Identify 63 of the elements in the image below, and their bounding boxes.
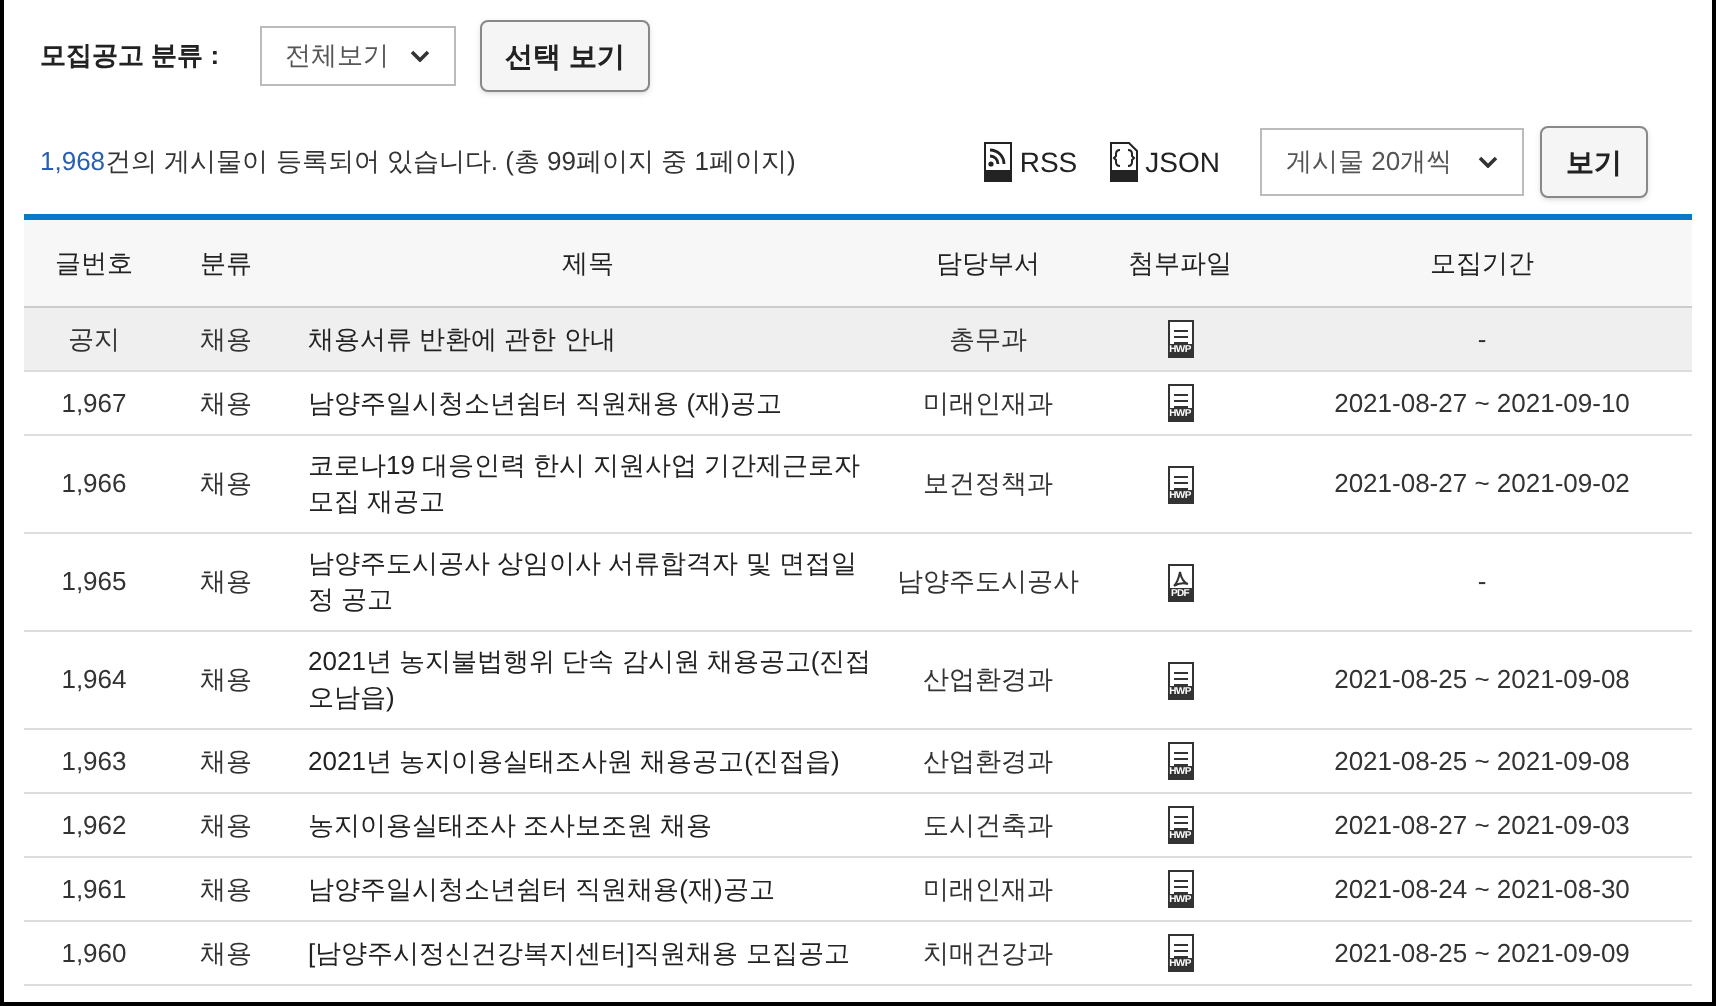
title-link[interactable]: 남양주일시청소년쉼터 직원채용(재)공고 xyxy=(308,871,872,907)
select-view-button[interactable]: 선택 보기 xyxy=(479,20,651,92)
period-cell: 2021-08-24 ~ 2021-08-30 xyxy=(1334,873,1630,903)
number-cell: 1,963 xyxy=(61,745,127,775)
department-cell: 산업환경과 xyxy=(923,745,1053,775)
department-cell: 도시건축과 xyxy=(923,809,1053,839)
page-size-select[interactable]: 게시물 20개씩 xyxy=(1260,128,1524,196)
department-cell: 미래인재과 xyxy=(923,387,1053,417)
title-link[interactable]: 코로나19 대응인력 한시 지원사업 기간제근로자 모집 재공고 xyxy=(308,448,872,520)
category-cell: 채용 xyxy=(200,809,252,839)
category-cell: 채용 xyxy=(200,664,252,694)
period-cell: 2021-08-25 ~ 2021-09-09 xyxy=(1334,937,1630,967)
number-cell: 1,960 xyxy=(61,937,127,967)
category-cell: 채용 xyxy=(200,323,252,353)
category-cell: 채용 xyxy=(200,745,252,775)
number-cell: 1,961 xyxy=(61,873,127,903)
number-cell: 공지 xyxy=(68,323,120,353)
number-cell: 1,966 xyxy=(61,468,127,498)
chevron-down-icon xyxy=(409,50,430,62)
title-link[interactable]: [남양주시정신건강복지센터]직원채용 모집공고 xyxy=(308,935,872,971)
department-cell: 남양주도시공사 xyxy=(897,566,1079,596)
period-cell: 2021-08-27 ~ 2021-09-10 xyxy=(1334,387,1630,417)
column-header: 분류 xyxy=(200,247,252,278)
title-link[interactable]: 남양주도시공사 상임이사 서류합격자 및 면접일정 공고 xyxy=(308,546,872,618)
filter-label: 모집공고 분류 : xyxy=(40,38,220,75)
title-link[interactable]: 남양주일시청소년쉼터 직원채용 (재)공고 xyxy=(308,385,872,421)
period-cell: - xyxy=(1477,566,1487,596)
rss-link[interactable]: RSS xyxy=(983,141,1078,183)
title-link[interactable]: 2021년 농지불법행위 단속 감시원 채용공고(진접오남읍) xyxy=(308,644,872,716)
department-cell: 미래인재과 xyxy=(923,873,1053,903)
department-cell: 총무과 xyxy=(949,323,1027,353)
column-header: 담당부서 xyxy=(936,247,1040,278)
category-cell: 채용 xyxy=(200,387,252,417)
json-feed-icon xyxy=(1109,142,1138,182)
title-link[interactable]: 채용서류 반환에 관한 안내 xyxy=(308,321,872,357)
period-cell: 2021-08-27 ~ 2021-09-02 xyxy=(1334,468,1630,498)
number-cell: 1,962 xyxy=(61,809,127,839)
period-cell: - xyxy=(1477,323,1487,353)
number-cell: 1,967 xyxy=(61,387,127,417)
period-cell: 2021-08-27 ~ 2021-09-03 xyxy=(1334,809,1630,839)
column-header: 제목 xyxy=(562,247,614,278)
category-select[interactable]: 전체보기 xyxy=(259,26,456,86)
chevron-down-icon xyxy=(1478,156,1498,168)
column-header: 첨부파일 xyxy=(1128,247,1232,278)
category-cell: 채용 xyxy=(200,937,252,967)
view-button[interactable]: 보기 xyxy=(1540,126,1648,198)
department-cell: 산업환경과 xyxy=(923,664,1053,694)
column-header: 모집기간 xyxy=(1430,247,1534,278)
department-cell: 보건정책과 xyxy=(923,468,1053,498)
period-cell: 2021-08-25 ~ 2021-09-08 xyxy=(1334,745,1630,775)
department-cell: 치매건강과 xyxy=(923,937,1053,967)
category-cell: 채용 xyxy=(200,566,252,596)
number-cell: 1,964 xyxy=(61,664,127,694)
number-cell: 1,965 xyxy=(61,566,127,596)
period-cell: 2021-08-25 ~ 2021-09-08 xyxy=(1334,664,1630,694)
rss-feed-icon xyxy=(983,142,1012,182)
title-link[interactable]: 농지이용실태조사 조사보조원 채용 xyxy=(308,807,872,843)
post-count-text: 1,968건의 게시물이 등록되어 있습니다. (총 99페이지 중 1페이지) xyxy=(40,144,796,181)
category-cell: 채용 xyxy=(200,873,252,903)
title-link[interactable]: 2021년 농지이용실태조사원 채용공고(진접읍) xyxy=(308,743,872,779)
json-link[interactable]: JSON xyxy=(1109,141,1220,183)
column-header: 글번호 xyxy=(55,247,133,278)
category-cell: 채용 xyxy=(200,468,252,498)
